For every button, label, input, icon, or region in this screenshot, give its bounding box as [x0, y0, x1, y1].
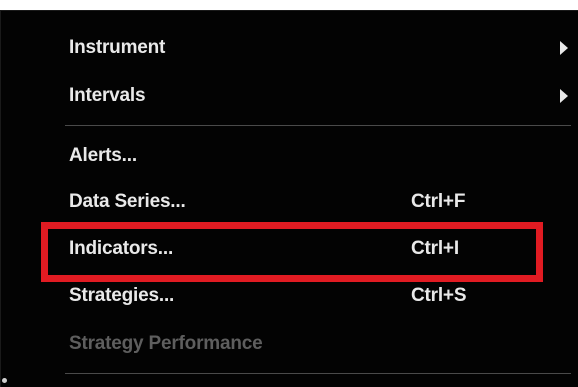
menu-separator	[65, 125, 571, 126]
menu-item-strategies[interactable]: Strategies... Ctrl+S	[1, 277, 578, 315]
menu-item-label: Strategy Performance	[69, 333, 263, 354]
menu-item-shortcut: Ctrl+I	[411, 238, 459, 259]
screenshot-viewport: Instrument Intervals Alerts... Data Seri…	[0, 0, 578, 387]
menu-item-shortcut: Ctrl+F	[411, 191, 466, 212]
menu-item-strategy-performance: Strategy Performance	[1, 325, 578, 363]
menu-item-label: Indicators...	[69, 238, 174, 259]
corner-dot-icon	[2, 378, 7, 383]
menu-item-instrument[interactable]: Instrument	[1, 29, 578, 67]
menu-item-label: Data Series...	[69, 191, 186, 212]
menu-item-label: Alerts...	[69, 145, 137, 166]
menu-item-intervals[interactable]: Intervals	[1, 77, 578, 115]
menu-item-shortcut: Ctrl+S	[411, 285, 467, 306]
menu-item-indicators[interactable]: Indicators... Ctrl+I	[1, 230, 578, 268]
menu-item-label: Strategies...	[69, 285, 175, 306]
chevron-right-icon	[560, 89, 568, 103]
menu-item-alerts[interactable]: Alerts...	[1, 137, 578, 175]
menu-item-data-series[interactable]: Data Series... Ctrl+F	[1, 183, 578, 221]
menu-separator	[65, 373, 571, 374]
chevron-right-icon	[560, 41, 568, 55]
context-menu: Instrument Intervals Alerts... Data Seri…	[0, 10, 578, 387]
menu-item-label: Instrument	[69, 37, 166, 58]
menu-item-label: Intervals	[69, 85, 146, 106]
